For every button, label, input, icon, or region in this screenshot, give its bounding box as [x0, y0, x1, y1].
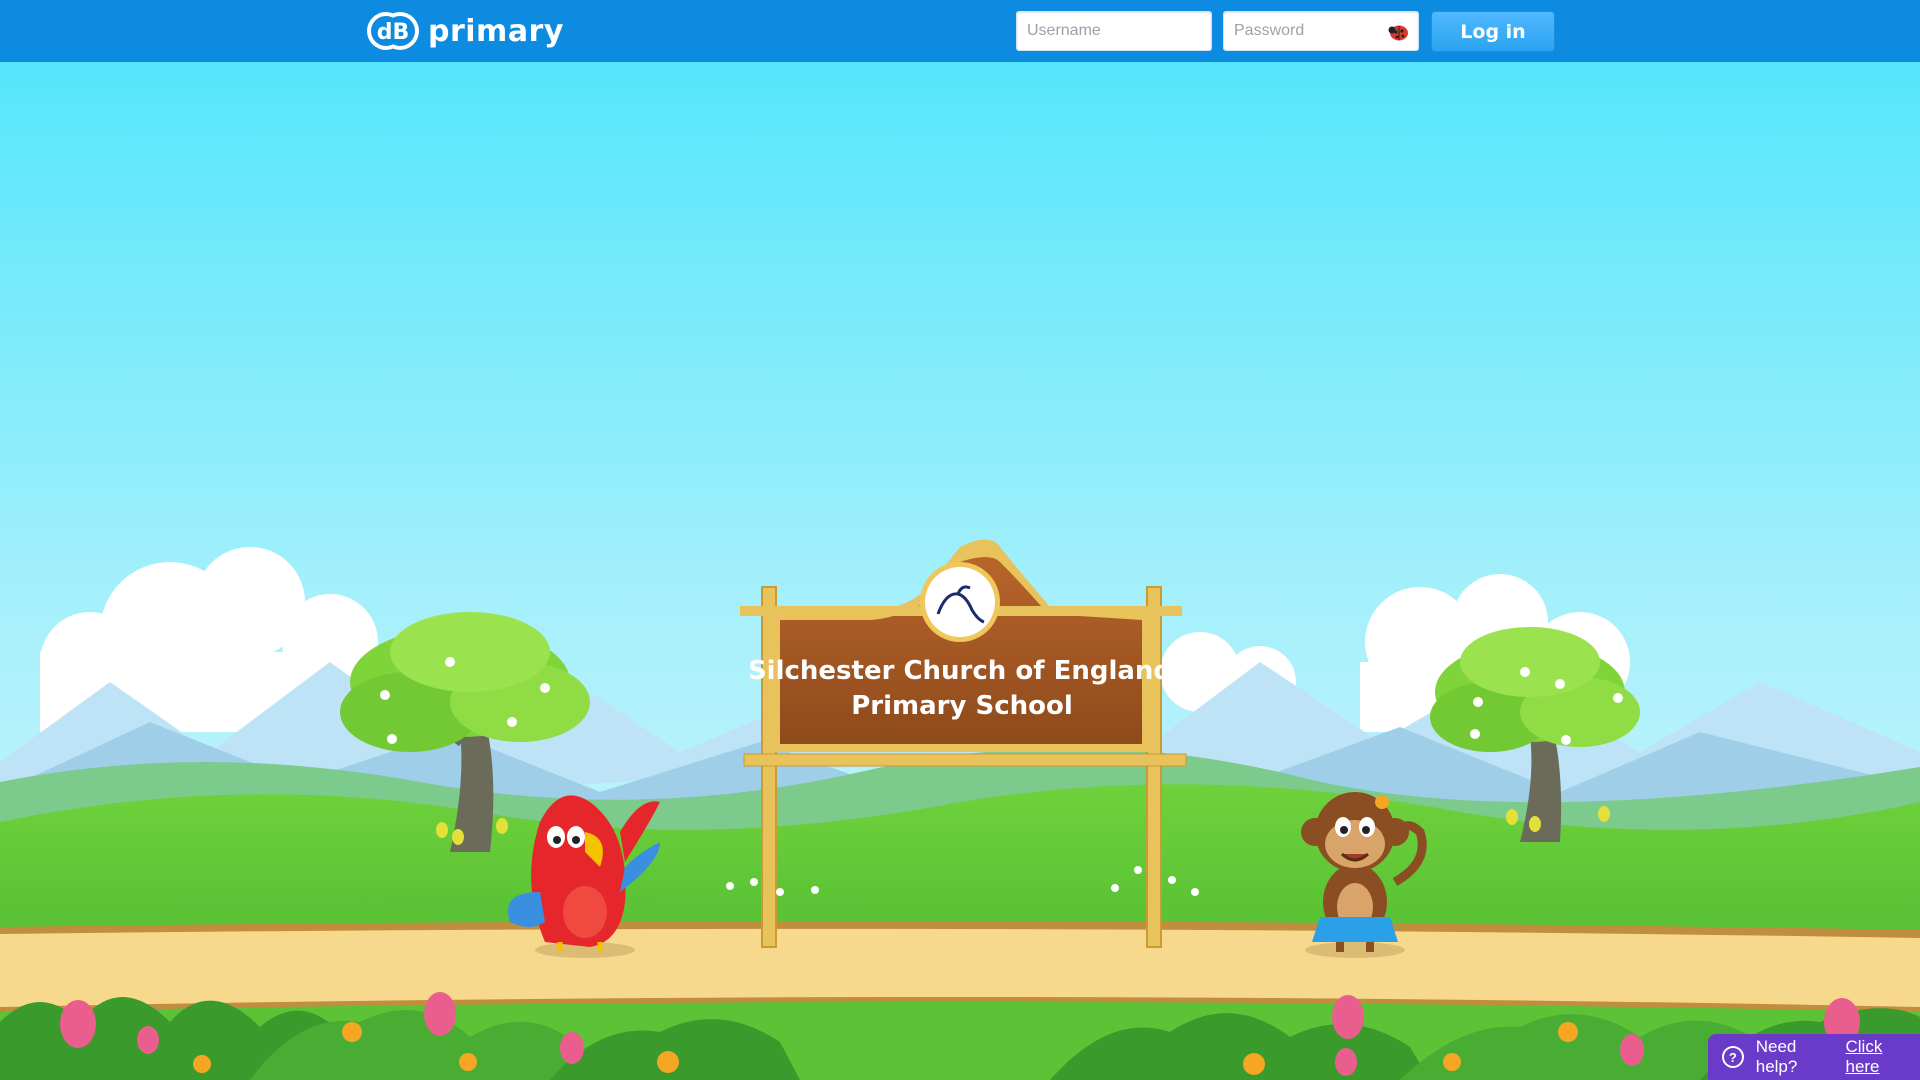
app-name: primary — [428, 13, 564, 49]
password-field-wrapper — [1223, 11, 1419, 51]
db-logo-icon: dB — [364, 10, 422, 52]
help-prefix: Need help? — [1755, 1037, 1798, 1076]
help-panel: ? Need help? Click here — [1708, 1034, 1920, 1080]
school-name-line1: Silchester Church of England — [748, 656, 1172, 686]
svg-text:dB: dB — [377, 20, 410, 45]
help-link[interactable]: Click here — [1845, 1037, 1920, 1077]
username-input[interactable] — [1017, 12, 1211, 50]
school-name-line2: Primary School — [851, 691, 1073, 721]
login-button[interactable]: Log in — [1431, 11, 1555, 52]
ladybug-icon[interactable] — [1388, 22, 1410, 42]
username-field-wrapper — [1016, 11, 1212, 51]
jungle-scene: Silchester Church of England Primary Sch… — [0, 62, 1920, 1080]
app-logo[interactable]: dB primary — [364, 10, 564, 52]
dirt-path — [0, 928, 1920, 1007]
top-bar: dB primary Log in — [0, 0, 1920, 62]
question-circle-icon: ? — [1722, 1046, 1744, 1068]
